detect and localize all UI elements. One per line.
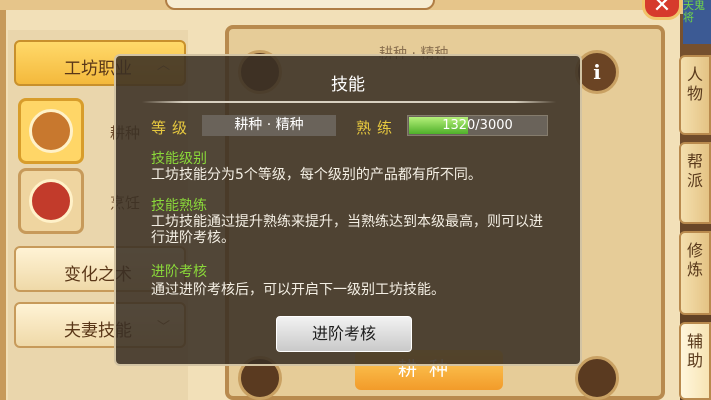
skill-item-farming[interactable] [18, 98, 84, 164]
tab-cultivation[interactable]: 修炼 [679, 231, 711, 315]
skill-dialog: 技能 等级 耕种 · 精种 熟练 1320/3000 技能级别 工坊技能分为5个… [114, 54, 582, 366]
title-divider [142, 101, 556, 103]
section-title-proficiency: 技能熟练 [151, 198, 207, 214]
proficiency-bar: 1320/3000 [407, 115, 548, 136]
level-label: 等级 [151, 119, 194, 137]
lightning-icon[interactable] [575, 356, 619, 400]
proficiency-label: 熟练 [356, 119, 399, 137]
tab-guild[interactable]: 帮派 [679, 142, 711, 224]
section-title-skill-level: 技能级别 [151, 151, 207, 167]
wheat-icon [29, 109, 73, 153]
level-value: 耕种 · 精种 [202, 115, 336, 136]
advancement-exam-button[interactable]: 进阶考核 [276, 316, 412, 352]
section-title-advancement: 进阶考核 [151, 264, 207, 280]
section-body-advancement: 通过进阶考核后，可以开启下一级别工坊技能。 [151, 282, 445, 298]
top-search-frame[interactable] [165, 0, 435, 10]
dialog-title: 技能 [331, 75, 365, 95]
close-button[interactable]: ✕ [642, 0, 682, 20]
tab-auxiliary[interactable]: 辅助 [679, 322, 711, 400]
tab-character[interactable]: 人物 [679, 55, 711, 135]
corner-status: 天鬼将 [683, 0, 711, 44]
section-body-skill-level: 工坊技能分为5个等级，每个级别的产品都有所不同。 [151, 167, 482, 183]
close-icon: ✕ [652, 0, 672, 18]
proficiency-text: 1320/3000 [442, 118, 513, 133]
skill-item-cooking[interactable] [18, 168, 84, 234]
section-body-proficiency: 工坊技能通过提升熟练来提升，当熟练达到本级最高，则可以进行进阶考核。 [151, 214, 543, 246]
cooking-pan-icon [29, 179, 73, 223]
